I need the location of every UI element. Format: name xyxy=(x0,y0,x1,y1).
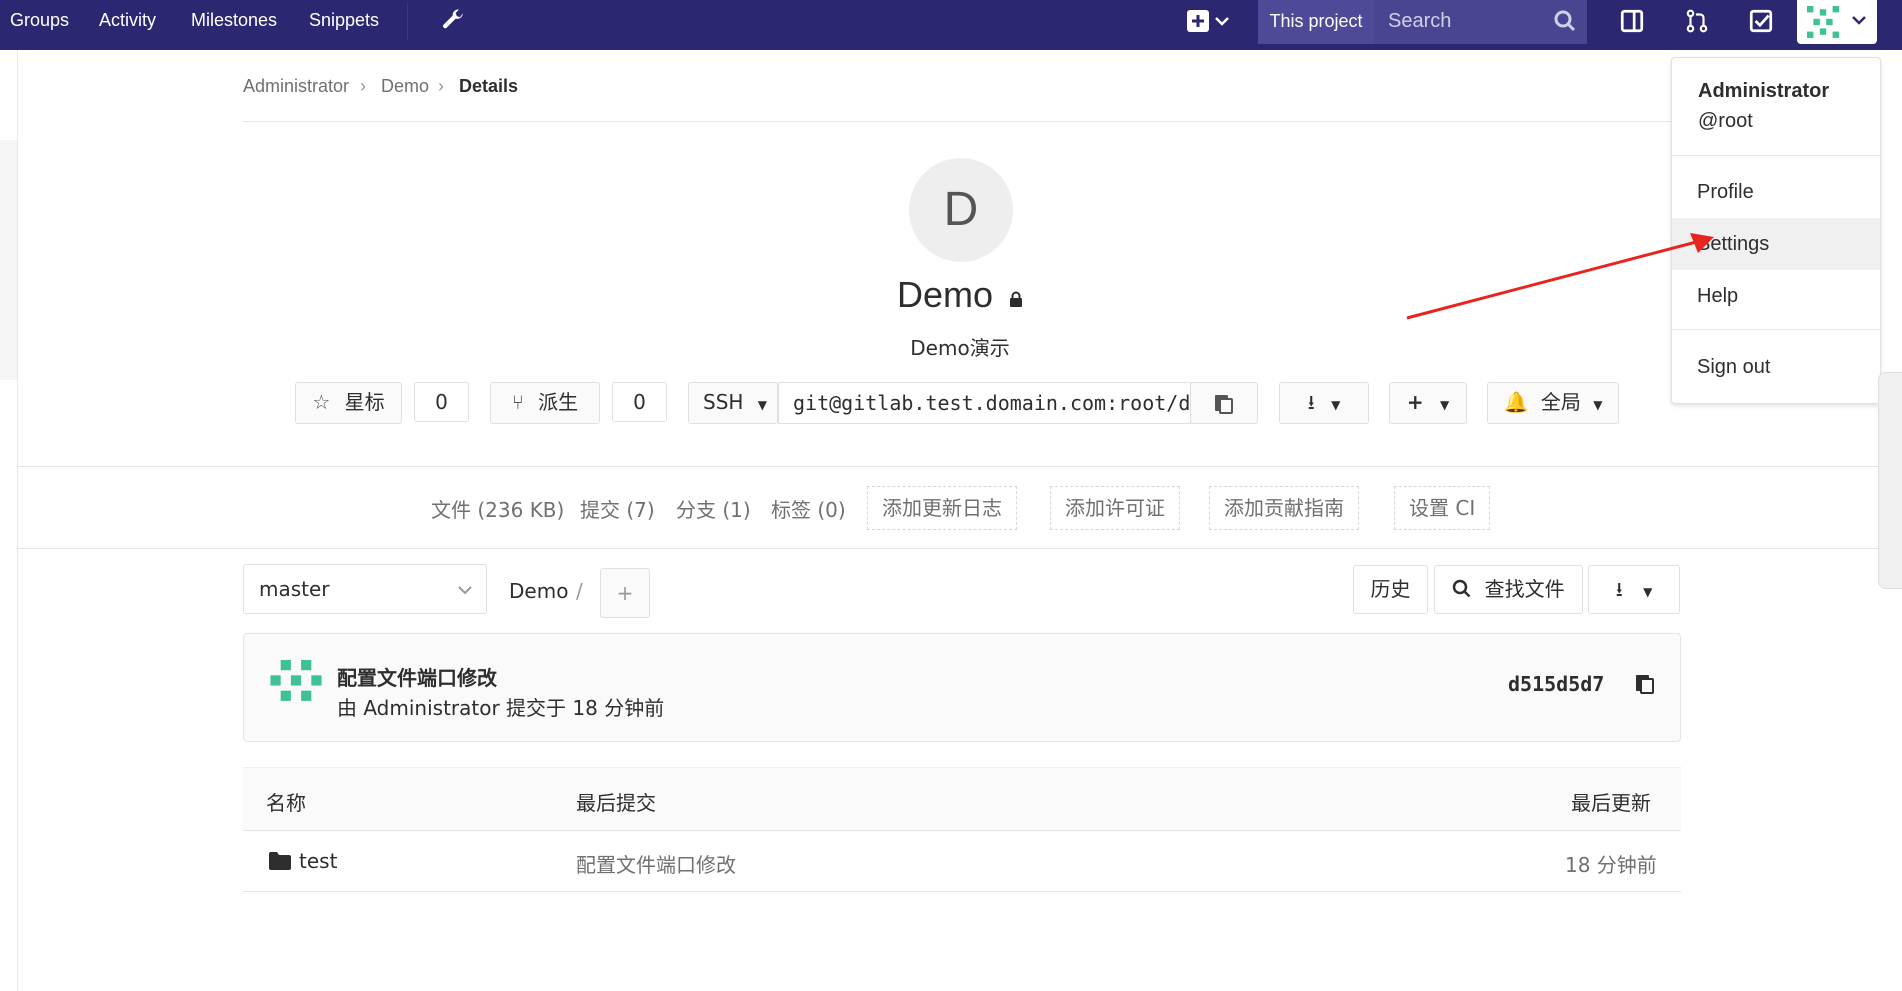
caret-down-icon: ▼ xyxy=(1439,398,1450,412)
breadcrumb-separator: › xyxy=(438,76,444,96)
menu-user-handle: @root xyxy=(1698,110,1753,132)
download-dropdown[interactable]: ⭳ ▼ xyxy=(1279,382,1369,424)
setup-ci-button[interactable]: 设置 CI xyxy=(1394,486,1491,530)
section-divider xyxy=(17,548,1902,549)
menu-user-name: Administrator xyxy=(1698,80,1830,102)
breadcrumb-divider xyxy=(243,121,1673,122)
lock-icon xyxy=(1010,291,1023,307)
star-button[interactable]: ☆ 星标 xyxy=(295,382,402,424)
breadcrumb-demo[interactable]: Demo xyxy=(381,76,429,97)
caret-down-icon: ▼ xyxy=(1331,398,1341,412)
menu-divider xyxy=(1672,329,1880,330)
add-changelog-button[interactable]: 添加更新日志 xyxy=(867,486,1017,530)
stat-files[interactable]: 文件 (236 KB) xyxy=(431,494,564,523)
column-header-last-commit: 最后提交 xyxy=(576,791,656,815)
user-avatar-dropdown[interactable] xyxy=(1797,0,1877,44)
nav-groups[interactable]: Groups xyxy=(10,0,69,42)
plus-icon: + xyxy=(1406,390,1424,414)
menu-item-profile[interactable]: Profile xyxy=(1672,166,1880,218)
column-header-name: 名称 xyxy=(266,791,306,815)
fork-icon: ⑂ xyxy=(511,390,524,414)
add-dropdown[interactable]: + ▼ xyxy=(1389,382,1467,424)
clone-protocol-dropdown[interactable]: SSH ▼ xyxy=(688,382,778,424)
commit-meta: 由 Administrator 提交于 18 分钟前 xyxy=(337,696,665,720)
tree-download-dropdown[interactable]: ⭳ ▼ xyxy=(1588,565,1680,614)
path-root[interactable]: Demo xyxy=(509,579,568,603)
sidebar-toggle-icon[interactable] xyxy=(1619,8,1645,38)
caret-down-icon: ▼ xyxy=(757,398,768,412)
breadcrumb-details[interactable]: Details xyxy=(459,76,518,97)
file-name-link[interactable]: test xyxy=(299,849,337,873)
notification-dropdown[interactable]: 🔔 全局 ▼ xyxy=(1487,382,1619,424)
chevron-down-icon xyxy=(1852,16,1866,25)
plus-icon: + xyxy=(616,581,634,605)
stat-tags[interactable]: 标签 (0) xyxy=(771,494,846,523)
column-header-last-update: 最后更新 xyxy=(1571,791,1651,815)
last-commit-panel: 配置文件端口修改 由 Administrator 提交于 18 分钟前 d515… xyxy=(243,633,1681,742)
annotation-arrow-icon xyxy=(1406,233,1714,320)
stat-branches[interactable]: 分支 (1) xyxy=(676,494,751,523)
fork-button[interactable]: ⑂ 派生 xyxy=(490,382,600,424)
file-last-update: 18 分钟前 xyxy=(1565,853,1657,877)
table-header xyxy=(243,767,1681,831)
caret-down-icon: ▼ xyxy=(1593,398,1603,412)
commit-title[interactable]: 配置文件端口修改 xyxy=(337,662,497,691)
folder-icon xyxy=(269,852,291,870)
top-navbar: Groups Activity Milestones Snippets This… xyxy=(0,0,1902,50)
table-row[interactable] xyxy=(243,830,1681,892)
commit-sha[interactable]: d515d5d7 xyxy=(1508,672,1604,696)
add-license-button[interactable]: 添加许可证 xyxy=(1050,486,1180,530)
search-icon xyxy=(1453,579,1471,598)
download-icon: ⭳ xyxy=(1615,577,1623,601)
menu-divider xyxy=(1672,155,1880,156)
search-icon[interactable] xyxy=(1553,9,1577,37)
download-icon: ⭳ xyxy=(1307,390,1315,414)
clipboard-icon[interactable] xyxy=(1635,671,1655,695)
copy-url-button[interactable] xyxy=(1190,382,1258,424)
path-separator: / xyxy=(576,579,583,603)
nav-separator xyxy=(407,4,408,40)
breadcrumb-separator: › xyxy=(360,76,366,96)
add-to-tree-button[interactable]: + xyxy=(600,568,650,618)
add-contributing-button[interactable]: 添加贡献指南 xyxy=(1209,486,1359,530)
nav-activity[interactable]: Activity xyxy=(99,0,156,42)
star-count[interactable]: 0 xyxy=(414,382,469,422)
history-button[interactable]: 历史 xyxy=(1353,565,1428,614)
project-description: Demo演示 xyxy=(910,336,1010,360)
new-item-dropdown[interactable] xyxy=(1186,8,1236,38)
wrench-icon[interactable] xyxy=(440,8,466,38)
avatar-icon xyxy=(1807,6,1839,38)
caret-down-icon: ▼ xyxy=(1643,585,1653,599)
todos-icon[interactable] xyxy=(1748,8,1774,38)
file-last-commit-link[interactable]: 配置文件端口修改 xyxy=(576,849,736,878)
chevron-down-icon xyxy=(458,586,472,595)
bell-icon: 🔔 xyxy=(1503,390,1529,414)
clone-url-input[interactable]: git@gitlab.test.domain.com:root/demo.git xyxy=(778,382,1191,424)
nav-snippets[interactable]: Snippets xyxy=(309,0,379,42)
section-divider xyxy=(17,466,1902,467)
branch-select[interactable]: master xyxy=(243,564,487,614)
search-scope-label[interactable]: This project xyxy=(1258,0,1374,44)
menu-item-sign-out[interactable]: Sign out xyxy=(1672,341,1880,393)
star-icon: ☆ xyxy=(312,390,331,414)
commit-author-avatar[interactable] xyxy=(270,660,322,706)
floating-widget[interactable] xyxy=(1878,372,1902,589)
breadcrumb-administrator[interactable]: Administrator xyxy=(243,76,349,97)
clipboard-icon xyxy=(1215,395,1233,414)
stat-commits[interactable]: 提交 (7) xyxy=(580,494,655,523)
merge-requests-icon[interactable] xyxy=(1684,8,1710,38)
project-title: Demo xyxy=(896,274,993,315)
find-file-button[interactable]: 查找文件 xyxy=(1434,565,1583,614)
fork-count[interactable]: 0 xyxy=(612,382,667,422)
nav-milestones[interactable]: Milestones xyxy=(191,0,277,42)
project-avatar: D xyxy=(909,158,1013,262)
